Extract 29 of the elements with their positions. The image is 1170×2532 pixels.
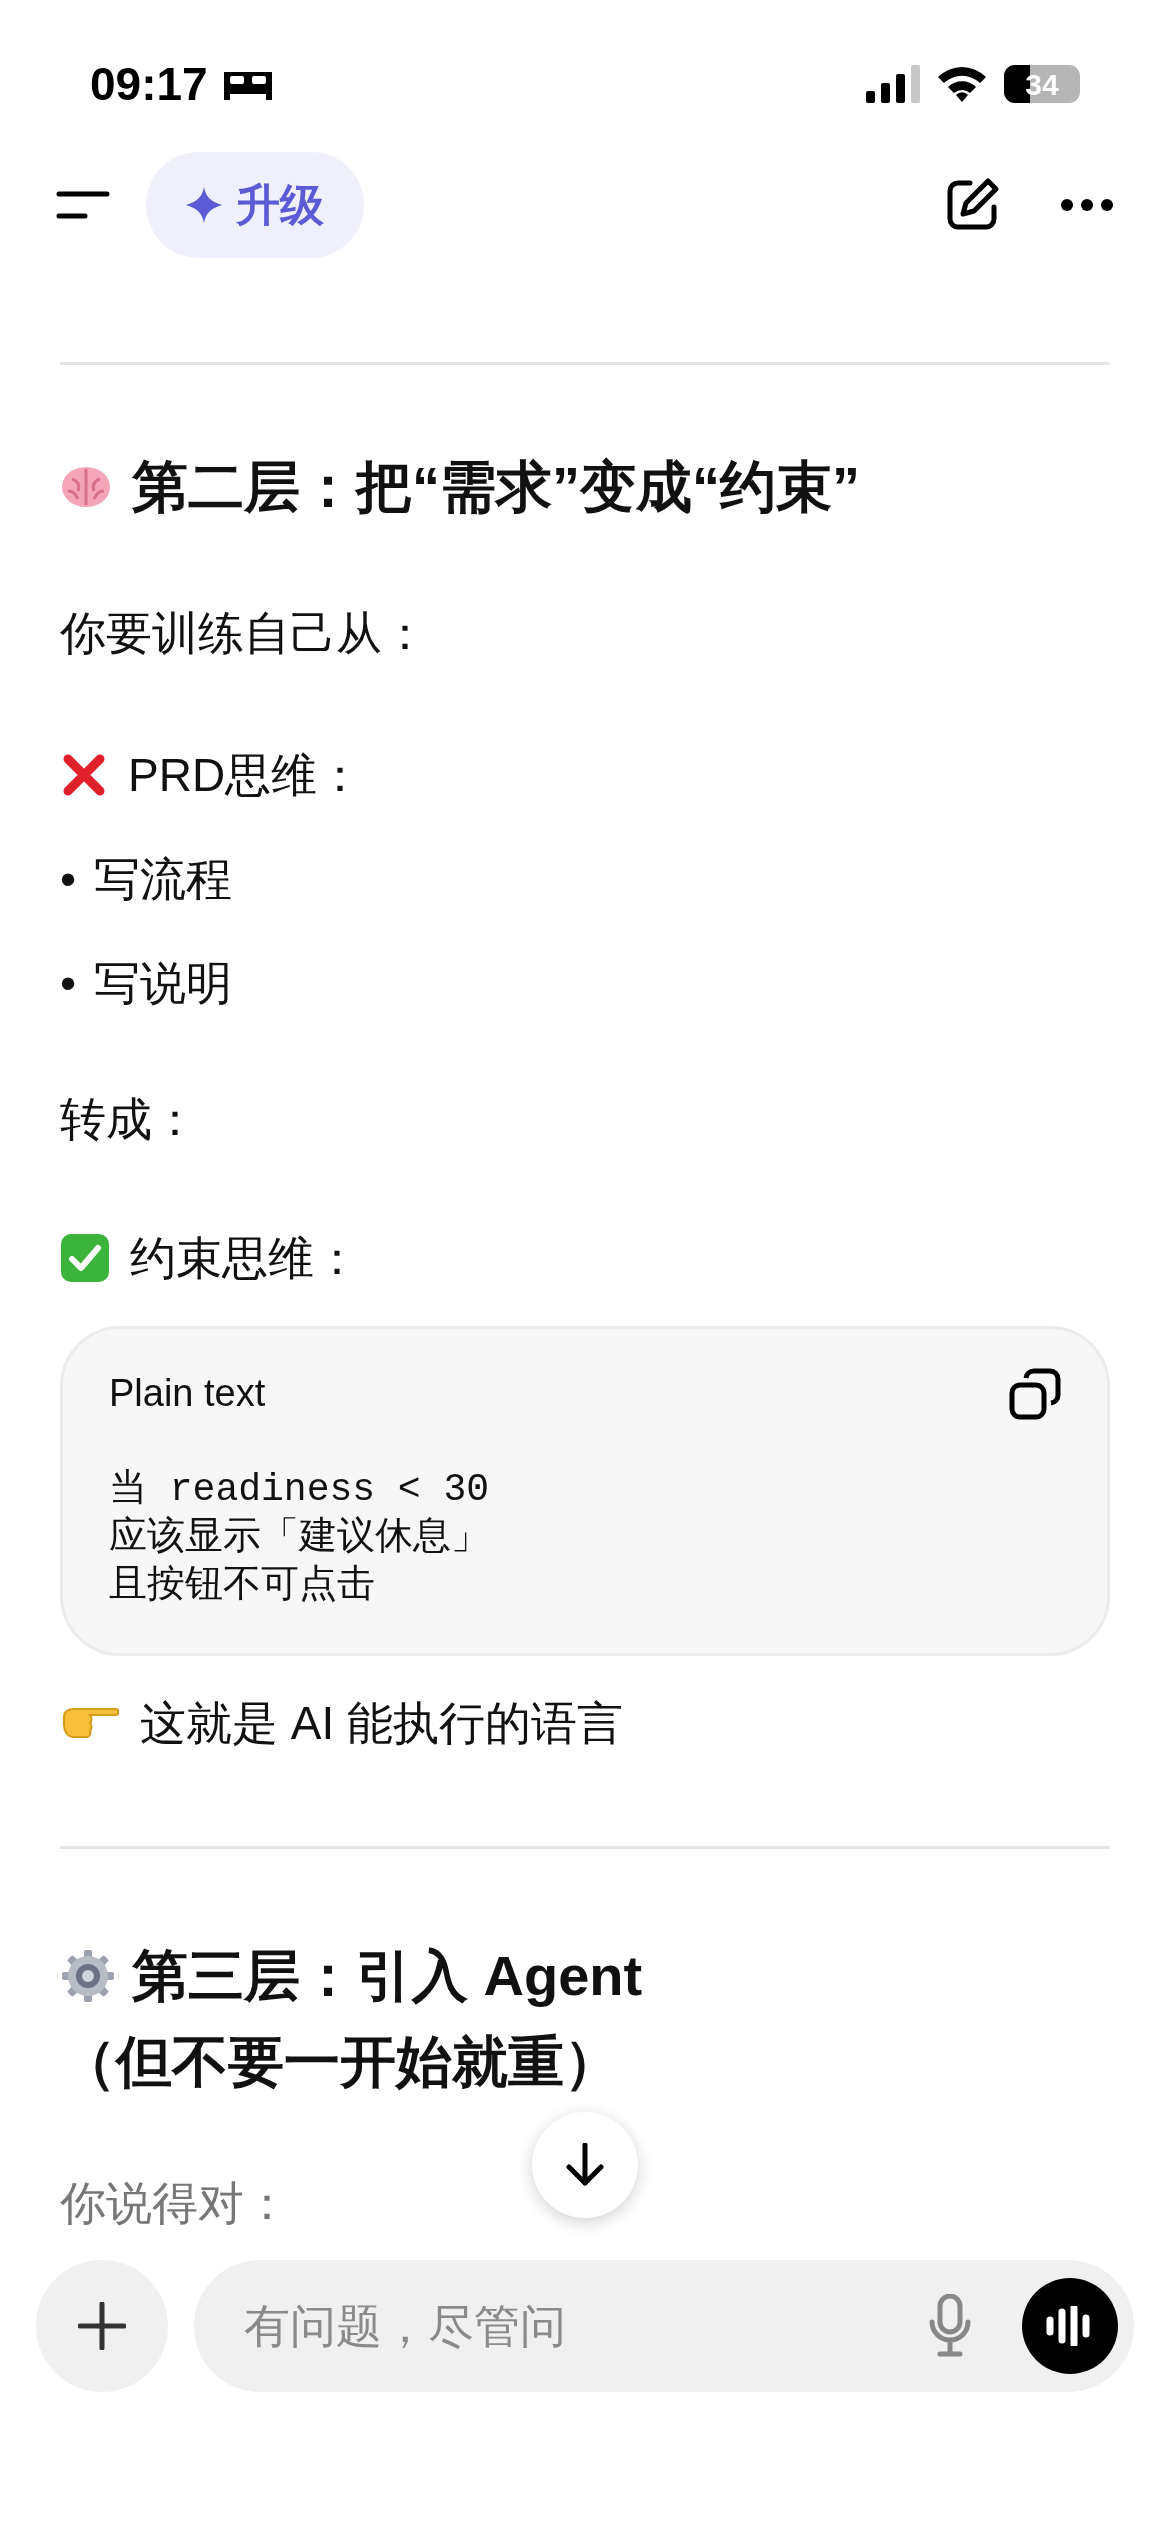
code-text: 当 readiness < 30 应该显示「建议休息」 且按钮不可点击 [109, 1467, 491, 1609]
list-label: PRD思维： [128, 748, 364, 803]
gear-icon [60, 1948, 116, 2004]
wifi-icon [936, 65, 988, 103]
microphone-icon[interactable] [928, 2294, 972, 2358]
section-heading: （但不要一开始就重） [60, 2029, 620, 2095]
message-input[interactable]: 有问题，尽管问 [244, 2291, 928, 2361]
checkmark-icon [60, 1233, 110, 1283]
paragraph: 你要训练自己从： [60, 606, 429, 661]
list-item: 写说明 [94, 956, 233, 1011]
composer-bar[interactable]: 有问题，尽管问 [194, 2260, 1134, 2392]
list-item: 写流程 [94, 852, 233, 907]
copy-icon[interactable] [1009, 1367, 1061, 1420]
section-heading: 第三层：引入 Agent [132, 1943, 643, 2009]
status-time: 09:17 [90, 56, 208, 112]
upgrade-button[interactable]: 升级 [146, 152, 364, 258]
section-heading: 第二层：把“需求”变成“约束” [132, 454, 860, 520]
plus-icon [78, 2302, 126, 2350]
bullet: • [60, 956, 77, 1011]
paragraph: 转成： [60, 1092, 199, 1147]
signal-icon [866, 65, 920, 103]
arrow-down-icon [565, 2143, 605, 2187]
bullet: • [60, 852, 77, 907]
sparkle-icon [186, 187, 222, 223]
paragraph: 这就是 AI 能执行的语言 [140, 1696, 624, 1751]
code-language: Plain text [109, 1371, 266, 1416]
more-icon[interactable] [1060, 198, 1114, 212]
paragraph: 你说得对： [60, 2176, 290, 2231]
list-label: 约束思维： [130, 1231, 360, 1286]
